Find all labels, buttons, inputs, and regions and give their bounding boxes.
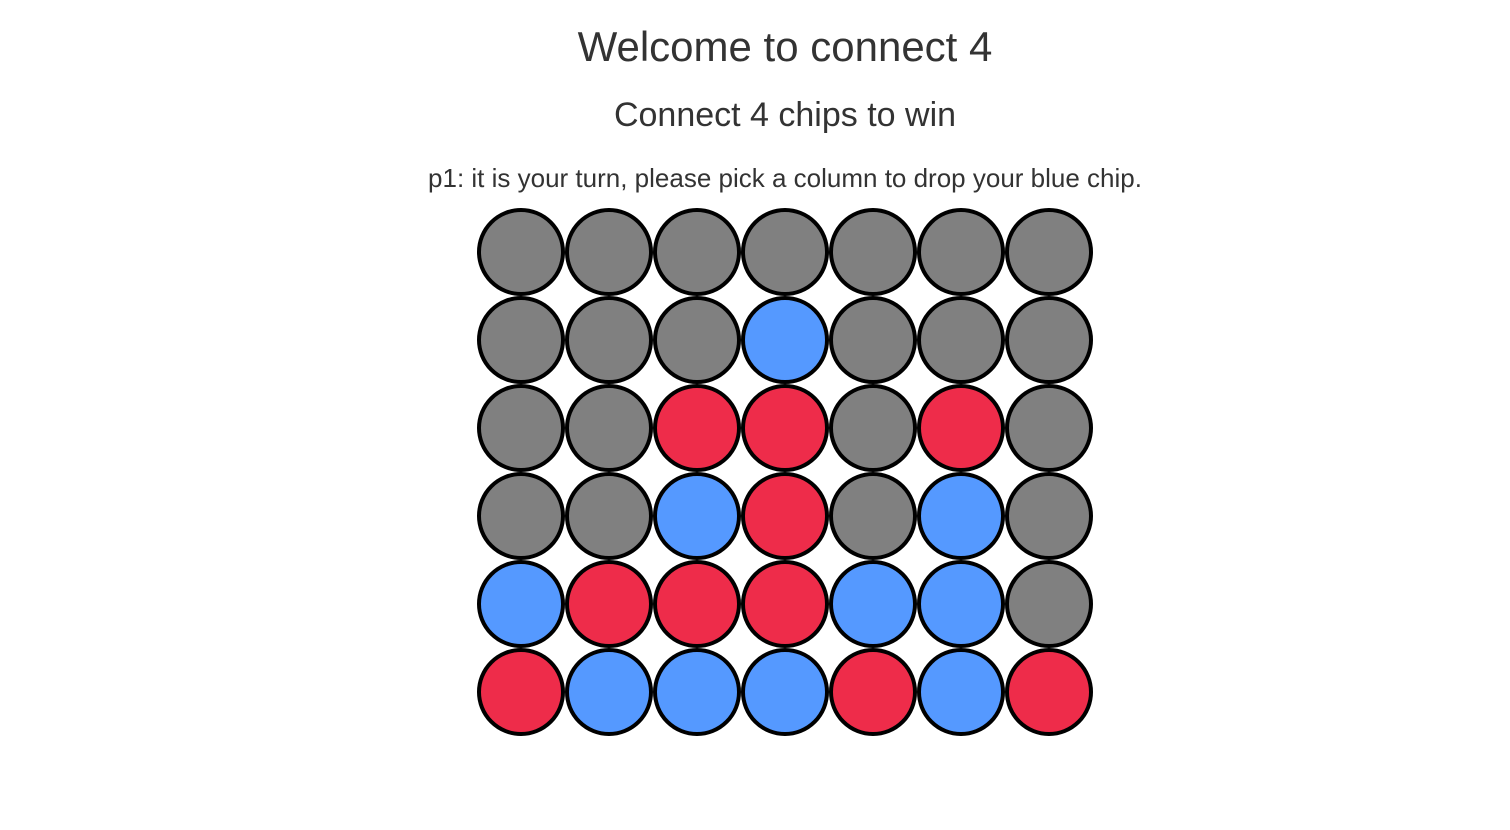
red-chip[interactable]	[1005, 648, 1093, 736]
blue-chip[interactable]	[741, 296, 829, 384]
empty-slot[interactable]	[565, 384, 653, 472]
game-subtitle: Connect 4 chips to win	[613, 96, 957, 134]
blue-chip[interactable]	[477, 560, 565, 648]
empty-slot[interactable]	[653, 296, 741, 384]
blue-chip[interactable]	[917, 648, 1005, 736]
red-chip[interactable]	[477, 648, 565, 736]
empty-slot[interactable]	[653, 208, 741, 296]
red-chip[interactable]	[565, 560, 653, 648]
blue-chip[interactable]	[653, 472, 741, 560]
blue-chip[interactable]	[829, 560, 917, 648]
red-chip[interactable]	[917, 384, 1005, 472]
empty-slot[interactable]	[917, 296, 1005, 384]
empty-slot[interactable]	[477, 296, 565, 384]
red-chip[interactable]	[829, 648, 917, 736]
empty-slot[interactable]	[829, 384, 917, 472]
blue-chip[interactable]	[917, 560, 1005, 648]
empty-slot[interactable]	[829, 472, 917, 560]
empty-slot[interactable]	[477, 384, 565, 472]
empty-slot[interactable]	[1005, 560, 1093, 648]
empty-slot[interactable]	[477, 472, 565, 560]
turn-status: p1: it is your turn, please pick a colum…	[428, 163, 1142, 193]
red-chip[interactable]	[653, 384, 741, 472]
red-chip[interactable]	[741, 384, 829, 472]
game-board	[477, 208, 1093, 736]
empty-slot[interactable]	[829, 208, 917, 296]
blue-chip[interactable]	[565, 648, 653, 736]
empty-slot[interactable]	[1005, 208, 1093, 296]
empty-slot[interactable]	[1005, 472, 1093, 560]
empty-slot[interactable]	[565, 296, 653, 384]
blue-chip[interactable]	[653, 648, 741, 736]
red-chip[interactable]	[741, 472, 829, 560]
red-chip[interactable]	[653, 560, 741, 648]
empty-slot[interactable]	[1005, 296, 1093, 384]
red-chip[interactable]	[741, 560, 829, 648]
empty-slot[interactable]	[917, 208, 1005, 296]
empty-slot[interactable]	[477, 208, 565, 296]
empty-slot[interactable]	[565, 208, 653, 296]
empty-slot[interactable]	[741, 208, 829, 296]
empty-slot[interactable]	[1005, 384, 1093, 472]
page-title: Welcome to connect 4	[577, 23, 993, 70]
blue-chip[interactable]	[917, 472, 1005, 560]
blue-chip[interactable]	[741, 648, 829, 736]
empty-slot[interactable]	[565, 472, 653, 560]
empty-slot[interactable]	[829, 296, 917, 384]
